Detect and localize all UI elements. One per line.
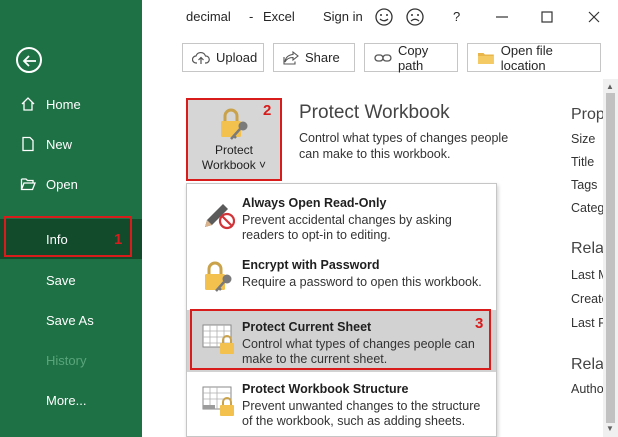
share-label: Share	[305, 50, 340, 65]
sidebar-item-open[interactable]: Open	[0, 164, 142, 204]
upload-label: Upload	[216, 50, 258, 65]
frown-feedback-icon[interactable]	[405, 7, 425, 27]
new-document-icon	[22, 136, 34, 152]
lock-key-icon	[205, 261, 232, 292]
annotation-marker-3: 3	[475, 315, 484, 332]
close-icon[interactable]	[584, 7, 604, 27]
cloud-upload-icon	[192, 51, 210, 64]
properties-heading: Prop	[571, 106, 605, 123]
share-button[interactable]: Share	[273, 43, 355, 72]
pencil-prohibited-icon	[205, 204, 235, 230]
minimize-icon[interactable]	[492, 7, 512, 27]
property-last-printed: Last P	[571, 316, 607, 330]
property-size: Size	[571, 132, 596, 146]
annotation-marker-2: 2	[263, 102, 272, 119]
protect-workbook-title: Protect Workbook	[299, 102, 450, 123]
sidebar-item-home[interactable]: Home	[0, 84, 142, 124]
annotation-box-protect-sheet	[190, 309, 491, 370]
menu-item-protect-workbook-structure[interactable]: Protect Workbook Structure Prevent unwan…	[187, 372, 496, 434]
menu-item-always-open-read-only[interactable]: Always Open Read-Only Prevent accidental…	[187, 186, 496, 248]
sidebar-item-label: New	[46, 136, 73, 152]
scroll-up-arrow-icon[interactable]: ▲	[606, 82, 614, 91]
menu-item-description: Require a password to open this workbook…	[242, 275, 482, 289]
related-dates-heading: Rela	[571, 240, 604, 257]
scroll-down-arrow-icon[interactable]: ▼	[606, 424, 614, 433]
home-icon	[21, 97, 35, 111]
open-file-location-label: Open file location	[500, 42, 553, 73]
folder-icon	[477, 52, 494, 64]
share-icon	[283, 50, 299, 65]
sidebar-item-history: History	[0, 340, 142, 380]
title-bar: decimal - Excel Sign in ?	[142, 0, 618, 34]
sidebar-item-label: Save As	[46, 312, 94, 328]
menu-item-title: Protect Workbook Structure	[242, 382, 409, 396]
link-icon	[374, 53, 392, 62]
copy-path-label: Copy path	[397, 42, 429, 73]
sign-in-link[interactable]: Sign in	[323, 9, 363, 24]
sidebar-item-save[interactable]: Save	[0, 260, 142, 300]
annotation-marker-1: 1	[114, 231, 123, 248]
property-categories: Categ	[571, 201, 605, 215]
sidebar-item-label: Save	[46, 272, 76, 288]
back-arrow-icon	[22, 55, 36, 67]
document-name: decimal	[186, 9, 231, 24]
help-button[interactable]: ?	[453, 9, 460, 24]
back-button[interactable]	[16, 47, 42, 73]
open-file-location-button[interactable]: Open file location	[467, 42, 601, 73]
app-name: Excel	[263, 9, 295, 24]
maximize-icon[interactable]	[537, 7, 557, 27]
title-separator: -	[249, 9, 254, 24]
sidebar-item-save-as[interactable]: Save As	[0, 300, 142, 340]
menu-item-title: Encrypt with Password	[242, 258, 380, 272]
vertical-scrollbar[interactable]: ▲ ▼	[603, 79, 618, 437]
property-tags: Tags	[571, 178, 598, 192]
annotation-box-info	[4, 216, 132, 257]
sidebar-item-label: Open	[46, 176, 78, 192]
workbook-structure-lock-icon	[202, 386, 234, 416]
sidebar-item-label: More...	[46, 392, 87, 408]
scroll-thumb[interactable]	[606, 93, 615, 423]
property-author: Autho	[571, 382, 604, 396]
protect-workbook-description: Control what types of changes people can…	[299, 131, 509, 161]
sidebar-item-label: Home	[46, 96, 81, 112]
menu-item-description: Prevent unwanted changes to the structur…	[242, 399, 481, 428]
menu-item-description: Prevent accidental changes by asking rea…	[242, 213, 452, 242]
menu-item-encrypt-with-password[interactable]: Encrypt with Password Require a password…	[187, 248, 496, 310]
menu-item-title: Always Open Read-Only	[242, 196, 387, 210]
sidebar-item-new[interactable]: New	[0, 124, 142, 164]
sidebar-item-more[interactable]: More...	[0, 380, 142, 420]
property-title: Title	[571, 155, 595, 169]
related-people-heading: Rela	[571, 356, 604, 373]
smile-feedback-icon[interactable]	[374, 7, 394, 27]
sidebar-item-label: History	[46, 352, 87, 368]
upload-button[interactable]: Upload	[182, 43, 264, 72]
open-folder-icon	[20, 178, 36, 191]
copy-path-button[interactable]: Copy path	[364, 42, 458, 73]
